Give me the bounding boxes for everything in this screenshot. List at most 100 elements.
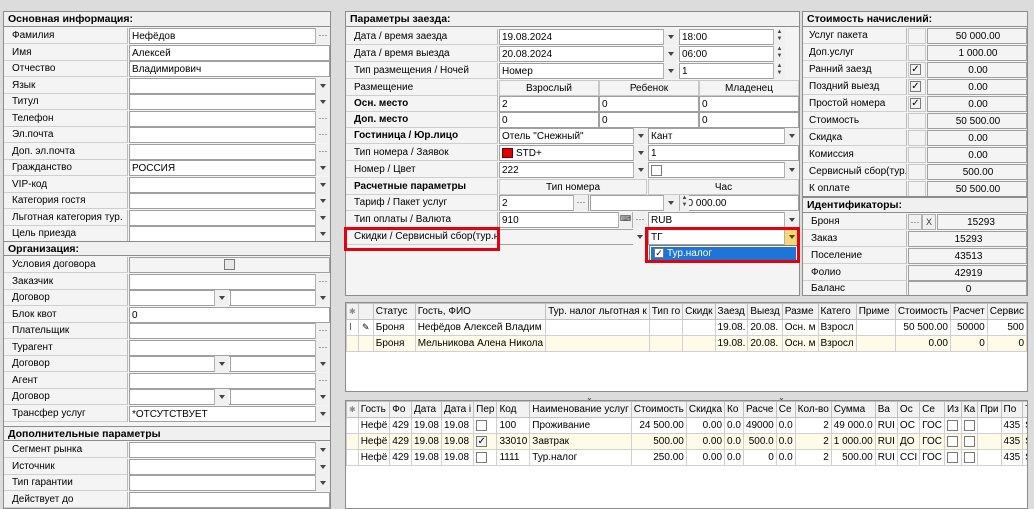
org-browse-button-1[interactable]: ··· [315,273,330,290]
org-input-9[interactable]: *ОТСУТСТВУЕТ [129,405,330,422]
service-row[interactable]: Нефё 429 19.08 19.08 ✓ 33010 Завтрак 500.00 0.00… [346,433,1027,450]
nights-input[interactable]: 1 [679,63,785,79]
legal-entity-dropdown-icon[interactable] [784,128,799,144]
legal-entity-select[interactable]: Кант [648,128,799,144]
checkbox-icon[interactable] [963,420,975,431]
checkbox-icon[interactable] [947,420,959,431]
keyboard-icon[interactable]: ⌨ [618,212,632,228]
extra-input-3[interactable] [129,491,330,508]
package-price-spinner-icon[interactable]: ▲ ▼ [679,195,689,211]
main-child-input[interactable]: 0 [599,96,699,112]
services-col-header[interactable]: Скидка [685,401,726,418]
services-col-header[interactable]: Из [944,401,962,418]
services-col-header[interactable]: Дата і [440,401,475,418]
guests-col-header[interactable]: Разме [781,303,819,320]
guests-col-header[interactable]: Сервис [986,303,1027,320]
services-col-header[interactable]: Се [775,401,796,418]
services-col-header[interactable]: Сумма [830,401,876,418]
departure-time-spinner-icon[interactable]: ▲ ▼ [773,46,785,62]
guests-col-header[interactable]: Гость, ФИО [414,303,547,320]
checkbox-icon[interactable] [476,420,488,431]
main_info-input-0[interactable]: Нефёдов [129,28,330,44]
checkbox-icon[interactable] [947,452,959,463]
org-dropdown-icon-8[interactable] [214,389,229,405]
checkbox-icon[interactable] [947,436,959,447]
booking-browse-button[interactable]: ··· [908,214,922,230]
main_info-input-5[interactable] [129,110,330,127]
services-col-header[interactable]: При [977,401,1002,418]
extra-child-input[interactable]: 0 [599,112,699,128]
main_info-input-11[interactable] [129,209,330,226]
extra-adult-input[interactable]: 0 [499,112,599,128]
hotel-dropdown-icon[interactable] [633,128,648,144]
room-dropdown-icon[interactable] [633,162,648,178]
main_info-browse-button-0[interactable]: ··· [315,28,330,44]
accom-type-dropdown-icon[interactable] [663,63,678,79]
org-dropdown-icon-2[interactable] [214,290,229,306]
package-dropdown-icon[interactable] [663,195,678,211]
org-dropdown-icon-b-6[interactable] [315,356,330,372]
extra-dropdown-icon-2[interactable] [315,475,330,491]
checkbox-checked-icon[interactable]: ✓ [476,436,488,447]
main_info-input-8[interactable]: РОССИЯ [129,160,330,176]
service-check-cell[interactable]: ✓ [473,433,498,450]
extra-input-1[interactable] [129,458,330,475]
nights-spinner-icon[interactable]: ▲ ▼ [773,63,785,79]
departure-date-input[interactable]: 20.08.2024 [499,46,677,62]
services-col-header[interactable]: Расче [742,401,777,418]
service-check-cell[interactable] [944,433,962,450]
services-col-header[interactable]: Ва [874,401,898,418]
org-dropdown-icon-b-8[interactable] [315,389,330,405]
arrival-time-input[interactable]: 18:00 [679,29,785,45]
booking-clear-button[interactable]: X [922,214,936,230]
main_info-dropdown-icon-9[interactable] [315,176,330,193]
main_info-input-12[interactable] [129,226,330,242]
service-check-cell[interactable] [944,417,962,434]
service-check-cell[interactable] [473,449,498,466]
org-browse-button-4[interactable]: ··· [315,323,330,339]
extra-input-2[interactable] [129,475,330,491]
pay-type-browse-button[interactable]: ··· [632,212,647,228]
contract-terms-checkbox[interactable] [224,259,235,270]
checkbox-icon[interactable] [476,452,488,463]
main_info-input-7[interactable] [129,143,330,160]
main-infant-input[interactable]: 0 [699,96,799,112]
services-corner[interactable]: ✱ [346,401,359,418]
services-col-header[interactable]: Кол-во [794,401,832,418]
requests-input[interactable]: 1 [648,145,799,161]
services-col-header[interactable]: Пер [473,401,498,418]
arrival-time-spinner-icon[interactable]: ▲ ▼ [773,29,785,45]
extra-input-0[interactable] [129,442,330,458]
guests-col-header[interactable]: Статус [372,303,416,320]
guests-corner[interactable]: ✱ [346,303,359,320]
main_info-dropdown-icon-12[interactable] [315,226,330,242]
org-browse-button-7[interactable]: ··· [315,372,330,389]
services-col-header[interactable]: Ка [960,401,979,418]
org-input-1[interactable] [129,273,330,290]
main_info-dropdown-icon-3[interactable] [315,77,330,94]
room-type-select[interactable]: STD+ [499,145,647,161]
departure-time-input[interactable]: 06:00 [679,46,785,62]
service-row[interactable]: Нефё 429 19.08 19.08 1111 Тур.налог 250.00 0.00… [346,449,1027,466]
currency-dropdown-icon[interactable] [784,212,799,228]
services-col-header[interactable]: По [1000,401,1024,418]
discount-select[interactable] [499,229,647,245]
org-input-5[interactable] [129,339,330,356]
service-check-cell[interactable] [960,433,979,450]
main_info-input-6[interactable] [129,127,330,143]
currency-select[interactable]: RUB [648,212,799,228]
service-check-cell[interactable] [960,449,979,466]
guest-row[interactable]: I ✎ Броня Нефёдов Алексей Владим 19.08. 20.08… [346,319,1027,336]
services-col-header[interactable]: Ти [1022,401,1027,418]
room-type-dropdown-icon[interactable] [633,145,648,161]
main_info-browse-button-5[interactable]: ··· [315,110,330,127]
extra-dropdown-icon-0[interactable] [315,442,330,458]
guests-col-header[interactable]: Приме [855,303,896,320]
main_info-browse-button-7[interactable]: ··· [315,143,330,160]
main_info-input-1[interactable]: Алексей [129,44,330,61]
services-col-header[interactable]: Стоимость [630,401,687,418]
org-browse-button-5[interactable]: ··· [315,339,330,356]
main_info-dropdown-icon-10[interactable] [315,193,330,209]
org-dropdown-icon-9[interactable] [315,405,330,422]
guests-col-header[interactable]: Тур. налог льготная к [545,303,650,320]
